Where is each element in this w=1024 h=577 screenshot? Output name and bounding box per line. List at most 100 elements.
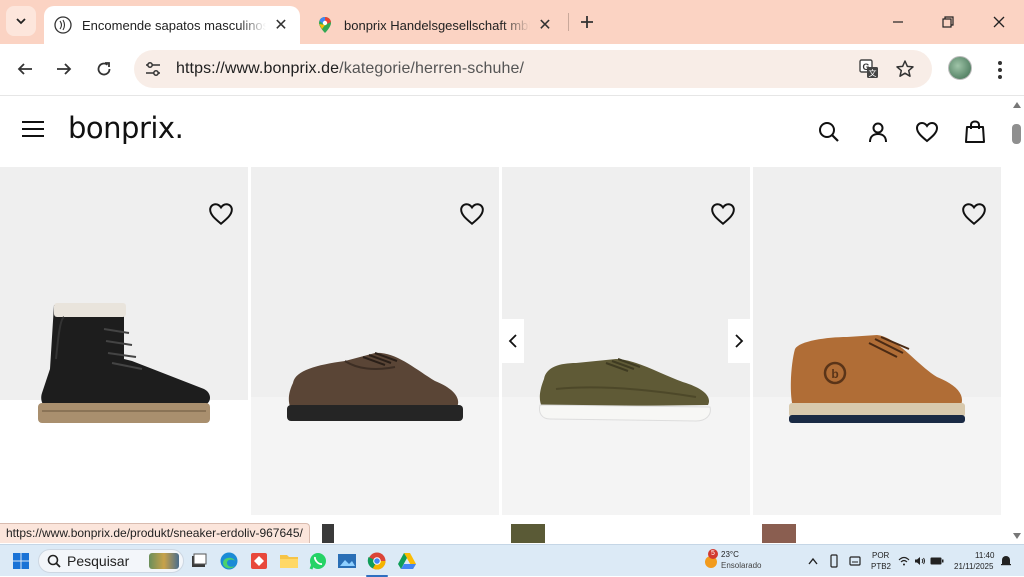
back-button[interactable]	[10, 54, 40, 84]
restore-button[interactable]	[933, 8, 963, 36]
clock-date[interactable]: 21/11/2025	[954, 562, 993, 572]
color-swatch[interactable]	[511, 524, 545, 543]
windows-logo-icon	[13, 553, 29, 569]
tune-icon	[146, 62, 160, 76]
chevron-right-icon	[735, 334, 744, 348]
bookmark-star-button[interactable]	[892, 56, 918, 82]
heart-icon[interactable]	[459, 201, 485, 227]
browser-toolbar: https://www.bonprix.de/kategorie/herren-…	[0, 44, 1024, 96]
svg-text:b: b	[831, 367, 838, 381]
carousel-next-button[interactable]	[728, 319, 750, 363]
tab-bonprix-shoes[interactable]: Encomende sapatos masculinos de ✕	[44, 6, 300, 44]
menu-hamburger-icon[interactable]	[22, 121, 44, 139]
search-placeholder: Pesquisar	[67, 553, 130, 569]
chrome-icon	[367, 552, 386, 570]
heart-icon[interactable]	[710, 201, 736, 227]
plus-icon	[581, 16, 593, 28]
weather-badge: 5	[708, 549, 718, 559]
restore-icon	[942, 16, 954, 28]
wifi-icon	[898, 556, 910, 566]
taskbar-search[interactable]: Pesquisar	[38, 549, 184, 573]
google-maps-pin-icon	[319, 17, 331, 33]
folder-icon	[280, 555, 298, 568]
color-swatch[interactable]	[322, 524, 334, 543]
scrollbar-thumb[interactable]	[1012, 124, 1021, 144]
minimize-button[interactable]	[883, 8, 913, 36]
product-card[interactable]	[502, 167, 750, 515]
keyboard-tray[interactable]	[844, 550, 866, 572]
site-info-button[interactable]	[140, 56, 166, 82]
tab-separator	[568, 13, 569, 31]
task-view-icon	[192, 553, 207, 567]
wifi-tray[interactable]	[896, 550, 912, 572]
color-swatch[interactable]	[762, 524, 796, 543]
carousel-prev-button[interactable]	[502, 319, 524, 363]
battery-icon	[930, 557, 944, 565]
product-image-black-boot	[38, 303, 210, 423]
translate-button[interactable]: G 文	[856, 56, 882, 82]
address-bar[interactable]: https://www.bonprix.de/kategorie/herren-…	[134, 50, 932, 88]
notification-center-button[interactable]	[998, 550, 1014, 572]
close-tab-icon[interactable]: ✕	[534, 14, 556, 36]
heart-icon[interactable]	[208, 201, 234, 227]
notification-bell-icon	[1001, 556, 1011, 566]
wishlist-button[interactable]	[914, 119, 940, 145]
site-header: bonprix.	[0, 97, 1010, 167]
bonprix-logo[interactable]: bonprix.	[68, 111, 184, 145]
svg-text:文: 文	[869, 68, 877, 78]
search-icon	[47, 554, 61, 568]
taskbar-google-drive[interactable]	[396, 550, 418, 572]
product-card[interactable]: b	[753, 167, 1001, 515]
chevron-down-icon	[16, 18, 26, 25]
minimize-icon	[893, 21, 903, 23]
language-indicator-top[interactable]: POR	[872, 551, 889, 561]
close-window-button[interactable]	[984, 8, 1014, 36]
show-hidden-icons-button[interactable]	[802, 550, 824, 572]
product-card[interactable]	[251, 167, 499, 515]
reload-button[interactable]	[89, 54, 119, 84]
taskbar-edge[interactable]	[218, 550, 240, 572]
shopping-bag-icon	[965, 120, 985, 143]
weather-description: Ensolarado	[721, 561, 762, 570]
taskbar-anydesk[interactable]	[248, 550, 270, 572]
scroll-up-arrow-icon[interactable]	[1012, 101, 1022, 109]
volume-tray[interactable]	[912, 550, 928, 572]
windows-taskbar: Pesquisar 5 23°C Ensolarado POR PTB2 11:…	[0, 544, 1024, 577]
tab-search-dropdown-button[interactable]	[6, 6, 36, 36]
taskbar-chrome[interactable]	[366, 550, 388, 572]
tab-bonprix-maps[interactable]: bonprix Handelsgesellschaft mbH ✕	[306, 6, 564, 44]
chevron-up-icon	[808, 557, 818, 565]
taskbar-whatsapp[interactable]	[307, 550, 329, 572]
cart-button[interactable]	[962, 119, 988, 145]
search-button[interactable]	[816, 119, 842, 145]
forward-button[interactable]	[49, 54, 79, 84]
google-drive-icon	[398, 553, 416, 569]
google-translate-icon: G 文	[859, 59, 878, 78]
close-tab-icon[interactable]: ✕	[270, 14, 292, 36]
bonprix-favicon-icon	[54, 16, 72, 34]
battery-tray[interactable]	[928, 550, 946, 572]
product-card[interactable]	[0, 167, 248, 515]
usb-device-tray[interactable]	[823, 550, 845, 572]
scroll-down-arrow-icon[interactable]	[1012, 532, 1022, 540]
clock-time[interactable]: 11:40	[975, 551, 994, 561]
heart-icon	[915, 121, 939, 143]
new-tab-button[interactable]	[575, 10, 599, 34]
page-scrollbar[interactable]	[1010, 97, 1024, 543]
profile-avatar[interactable]	[948, 56, 972, 80]
tab-title: bonprix Handelsgesellschaft mbH	[344, 17, 530, 33]
account-button[interactable]	[865, 119, 891, 145]
product-image-brown-shoe	[287, 352, 463, 421]
taskbar-file-explorer[interactable]	[278, 550, 300, 572]
task-view-button[interactable]	[188, 550, 210, 572]
taskbar-app-photos[interactable]	[336, 550, 358, 572]
browser-menu-button[interactable]	[988, 56, 1012, 84]
chevron-left-icon	[508, 334, 517, 348]
display-icon	[849, 556, 861, 566]
speaker-icon	[915, 557, 925, 565]
language-indicator-bottom[interactable]: PTB2	[871, 562, 891, 572]
usb-drive-icon	[830, 554, 838, 568]
start-button[interactable]	[10, 550, 32, 572]
heart-icon[interactable]	[961, 201, 987, 227]
browser-tab-strip: Encomende sapatos masculinos de ✕ bonpri…	[0, 0, 1024, 44]
